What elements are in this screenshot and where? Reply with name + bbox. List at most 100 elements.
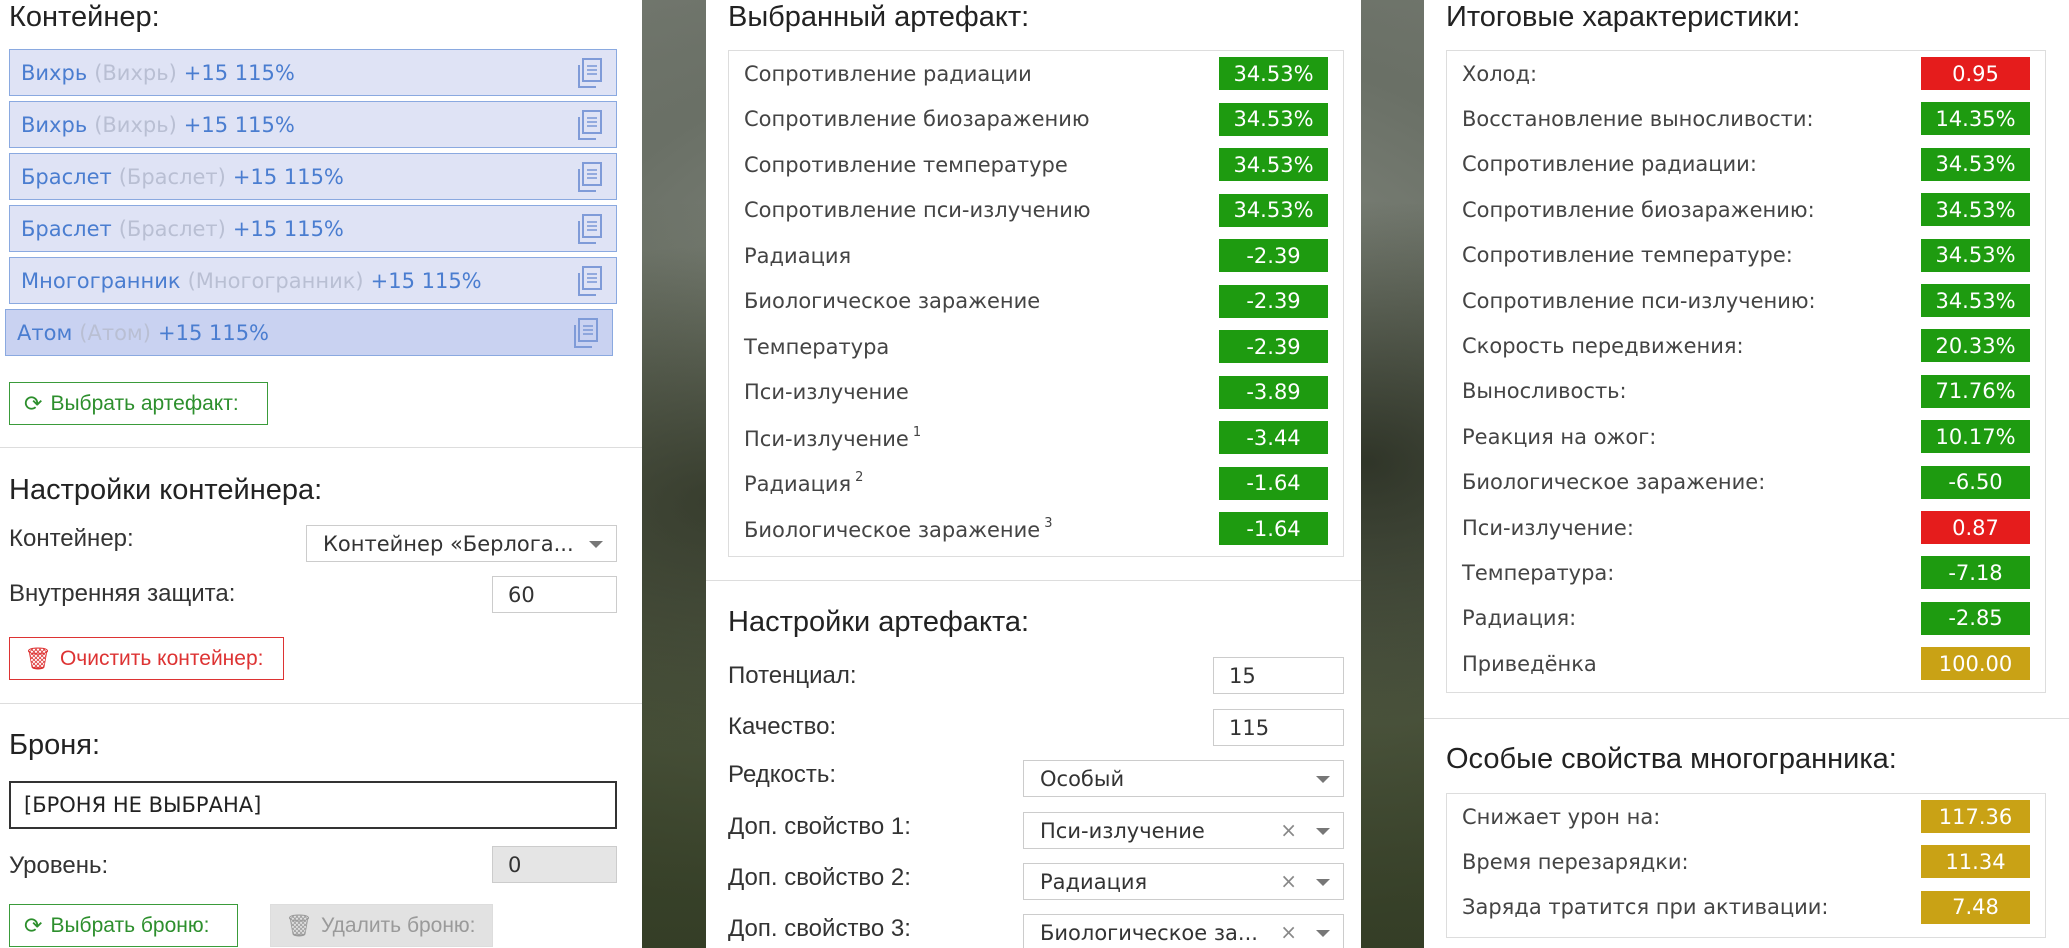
extra1-label: Доп. свойство 1: bbox=[728, 813, 911, 840]
artifact-slot[interactable]: Атом (Атом) +15 115% bbox=[5, 309, 613, 356]
potential-input[interactable]: 15 bbox=[1213, 657, 1344, 694]
table-row: Температура: -7.18 bbox=[1447, 550, 2045, 595]
artifact-slot[interactable]: Вихрь (Вихрь) +15 115% bbox=[9, 49, 617, 96]
container-label: Контейнер: bbox=[9, 525, 134, 552]
stat-name: Сопротивление биозаражению bbox=[744, 107, 1090, 131]
container-select[interactable]: Контейнер «Берлога... bbox=[306, 525, 617, 562]
trash-icon: 🗑 bbox=[24, 645, 52, 671]
stat-name: Выносливость: bbox=[1462, 379, 1627, 404]
table-row: Сопротивление радиации 34.53% bbox=[729, 51, 1343, 96]
artifact-slot[interactable]: Браслет (Браслет) +15 115% bbox=[9, 153, 617, 200]
stat-value: 34.53% bbox=[1219, 193, 1328, 227]
delete-armor-button[interactable]: 🗑 Удалить броню: bbox=[270, 904, 493, 947]
slot-name: Браслет bbox=[21, 164, 112, 189]
stat-name: Биологическое заражение 3 bbox=[744, 515, 1053, 542]
slot-alt-name: (Браслет) bbox=[118, 164, 226, 189]
artifact-slot[interactable]: Вихрь (Вихрь) +15 115% bbox=[9, 101, 617, 148]
stat-name: Радиация bbox=[744, 243, 852, 268]
table-row: Радиация -2.39 bbox=[729, 233, 1343, 278]
table-row: Температура -2.39 bbox=[729, 324, 1343, 369]
clear-icon[interactable]: × bbox=[1280, 869, 1297, 893]
stat-value: 20.33% bbox=[1921, 329, 2030, 363]
totals-table: Холод: 0.95 Восстановление выносливости: 14… bbox=[1446, 50, 2046, 693]
slot-suffix: +15 115% bbox=[370, 268, 482, 293]
slot-suffix: +15 115% bbox=[183, 112, 295, 137]
stat-value: 34.53% bbox=[1219, 102, 1328, 136]
level-input[interactable]: 0 bbox=[492, 846, 617, 883]
divider bbox=[0, 447, 642, 448]
clear-icon[interactable]: × bbox=[1280, 920, 1297, 944]
quality-label: Качество: bbox=[728, 713, 837, 740]
artifact-panel: Выбранный артефакт: Сопротивление радиац… bbox=[706, 0, 1361, 948]
table-row: Радиация: -2.85 bbox=[1447, 596, 2045, 641]
stat-value: 71.76% bbox=[1921, 374, 2030, 408]
slot-suffix: +15 115% bbox=[232, 216, 344, 241]
internal-protection-input[interactable]: 60 bbox=[492, 576, 617, 613]
stat-name: Время перезарядки: bbox=[1462, 849, 1689, 874]
select-artifact-button[interactable]: ⟳ Выбрать артефакт: bbox=[9, 382, 268, 425]
armor-title: Броня: bbox=[9, 729, 101, 761]
stat-name: Реакция на ожог: bbox=[1462, 424, 1657, 449]
stat-value: -3.89 bbox=[1219, 375, 1328, 409]
stat-name: Радиация 2 bbox=[744, 470, 864, 496]
stat-name: Радиация: bbox=[1462, 606, 1577, 631]
stat-value: -2.39 bbox=[1219, 284, 1328, 318]
table-row: Биологическое заражение 3 -1.64 bbox=[729, 506, 1343, 551]
container-panel: Контейнер: Вихрь (Вихрь) +15 115% Вихрь (Вих… bbox=[0, 0, 642, 948]
table-row: Пси-излучение -3.89 bbox=[729, 370, 1343, 415]
internal-protection-label: Внутренняя защита: bbox=[9, 580, 236, 607]
table-row: Биологическое заражение: -6.50 bbox=[1447, 460, 2045, 505]
table-row: Пси-излучение 1 -3.44 bbox=[729, 415, 1343, 460]
divider bbox=[0, 703, 642, 704]
copy-icon[interactable] bbox=[576, 58, 604, 89]
chevron-down-icon bbox=[589, 541, 603, 548]
stat-value: 34.53% bbox=[1219, 57, 1328, 90]
copy-icon[interactable] bbox=[572, 318, 600, 349]
clear-icon[interactable]: × bbox=[1280, 818, 1297, 842]
stat-value: 34.53% bbox=[1921, 147, 2030, 181]
extra3-select-value: Биологическое за... bbox=[1040, 920, 1258, 945]
armor-field[interactable]: [БРОНЯ НЕ ВЫБРАНА] bbox=[9, 781, 617, 829]
container-settings-title: Настройки контейнера: bbox=[9, 474, 323, 506]
chevron-down-icon bbox=[1316, 930, 1330, 937]
table-row: Сопротивление биозаражению: 34.53% bbox=[1447, 187, 2045, 232]
rarity-select[interactable]: Особый bbox=[1023, 760, 1344, 797]
slot-alt-name: (Браслет) bbox=[118, 216, 226, 241]
extra2-select[interactable]: Радиация × bbox=[1023, 863, 1344, 900]
select-armor-button[interactable]: ⟳ Выбрать броню: bbox=[9, 904, 238, 947]
stat-name: Температура: bbox=[1462, 560, 1615, 585]
extra3-select[interactable]: Биологическое за... × bbox=[1023, 914, 1344, 948]
copy-icon[interactable] bbox=[576, 266, 604, 297]
artifact-slot[interactable]: Браслет (Браслет) +15 115% bbox=[9, 205, 617, 252]
stat-value: 117.36 bbox=[1921, 800, 2030, 833]
stat-name: Сопротивление биозаражению: bbox=[1462, 197, 1815, 222]
clear-container-button[interactable]: 🗑 Очистить контейнер: bbox=[9, 637, 284, 680]
stat-name: Холод: bbox=[1462, 61, 1538, 86]
totals-panel: Итоговые характеристики: Холод: 0.95 Восст… bbox=[1424, 0, 2069, 948]
table-row: Реакция на ожог: 10.17% bbox=[1447, 414, 2045, 459]
slot-suffix: +15 115% bbox=[183, 60, 295, 85]
footnote-mark: 2 bbox=[855, 470, 864, 485]
copy-icon[interactable] bbox=[576, 214, 604, 245]
artifact-stats-table: Сопротивление радиации 34.53% Сопротивлени… bbox=[728, 50, 1344, 557]
delete-armor-label: Удалить броню: bbox=[320, 913, 476, 937]
stat-name: Снижает урон на: bbox=[1462, 804, 1661, 829]
stat-name: Сопротивление радиации: bbox=[1462, 152, 1757, 177]
copy-icon[interactable] bbox=[576, 110, 604, 141]
stat-name: Приведёнка bbox=[1462, 651, 1597, 676]
artifact-settings-title: Настройки артефакта: bbox=[728, 606, 1030, 638]
quality-input[interactable]: 115 bbox=[1213, 709, 1344, 746]
stat-value: 100.00 bbox=[1921, 647, 2030, 681]
stat-value: -2.39 bbox=[1219, 239, 1328, 272]
table-row: Сопротивление биозаражению 34.53% bbox=[729, 97, 1343, 142]
extra1-select[interactable]: Пси-излучение × bbox=[1023, 812, 1344, 849]
artifact-slot[interactable]: Многогранник (Многогранник) +15 115% bbox=[9, 257, 617, 304]
stat-value: -1.64 bbox=[1219, 466, 1328, 500]
copy-icon[interactable] bbox=[576, 162, 604, 193]
slot-alt-name: (Вихрь) bbox=[94, 60, 177, 85]
stat-value: 0.95 bbox=[1921, 57, 2030, 90]
special-title: Особые свойства многогранника: bbox=[1446, 743, 1897, 775]
table-row: Сопротивление пси-излучению: 34.53% bbox=[1447, 278, 2045, 323]
extra1-select-value: Пси-излучение bbox=[1040, 818, 1205, 843]
footnote-mark: 3 bbox=[1044, 515, 1053, 531]
